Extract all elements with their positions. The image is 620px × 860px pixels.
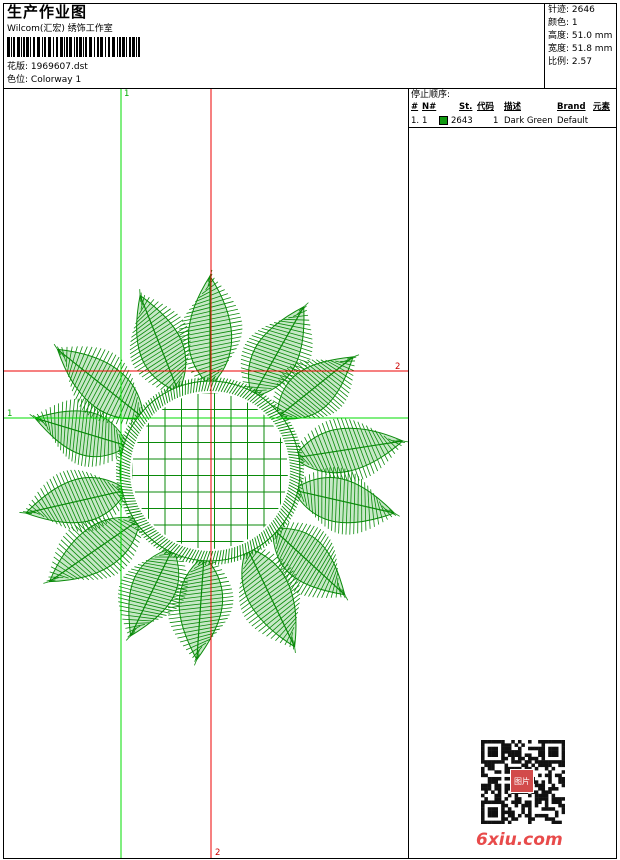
- stat-value: 1: [571, 18, 578, 28]
- colorway-row: 色位: Colorway 1: [7, 76, 81, 85]
- guide-marker-red-bottom: 2: [215, 848, 221, 858]
- stat-row: 比例: 2.57: [548, 58, 592, 67]
- design-file-label: 花版:: [7, 62, 29, 72]
- stop-sequence-title: 停止顺序:: [411, 90, 451, 100]
- col-header-brand: Brand: [557, 102, 586, 112]
- stat-value: 51.8 mm: [571, 44, 613, 54]
- stat-value: 2.57: [571, 57, 592, 67]
- stat-value: 51.0 mm: [571, 31, 613, 41]
- petal: [177, 269, 243, 393]
- colorway-name: Colorway 1: [30, 75, 82, 85]
- studio-name: Wilcom(汇宏) 绣饰工作室: [7, 24, 113, 34]
- stat-row: 颜色: 1: [548, 19, 578, 28]
- col-header-needle: N#: [422, 102, 437, 112]
- guide-marker-green-top: 1: [124, 89, 130, 99]
- row-stitches: 2643: [451, 116, 473, 126]
- table-bottom-rule: [409, 127, 617, 128]
- stat-label: 宽度:: [548, 44, 572, 54]
- row-index: 1.: [411, 116, 420, 126]
- design-file-name: 1969607.dst: [30, 62, 88, 72]
- stat-label: 颜色:: [548, 18, 572, 28]
- watermark-logo: 6xiu.com: [476, 830, 563, 850]
- row-needle: 1: [422, 116, 428, 126]
- colorway-label: 色位:: [7, 75, 29, 85]
- barcode: [7, 37, 140, 57]
- col-header-code: 代码: [477, 102, 495, 112]
- stat-label: 针迹:: [548, 5, 572, 15]
- stat-value: 2646: [571, 5, 595, 15]
- design-file-row: 花版: 1969607.dst: [7, 63, 88, 72]
- stat-row: 针迹: 2646: [548, 6, 595, 15]
- seal-stamp: 图片: [510, 769, 534, 793]
- stat-label: 高度:: [548, 31, 572, 41]
- guide-marker-red-right: 2: [395, 362, 401, 372]
- col-header-element: 元素: [593, 102, 611, 112]
- row-description: Dark Green: [504, 116, 553, 126]
- guide-marker-green-left: 1: [7, 409, 13, 419]
- stats-divider: [544, 4, 545, 88]
- thread-color-swatch: [439, 116, 448, 125]
- stat-label: 比例:: [548, 57, 572, 67]
- row-brand: Default: [557, 116, 589, 126]
- col-header-description: 描述: [504, 102, 522, 112]
- col-header-index: #: [411, 102, 419, 112]
- panel-divider: [408, 88, 409, 858]
- page-title: 生产作业图: [7, 3, 88, 21]
- stat-row: 宽度: 51.8 mm: [548, 45, 612, 54]
- stat-row: 高度: 51.0 mm: [548, 32, 612, 41]
- col-header-stitches: St.: [459, 102, 473, 112]
- embroidery-preview: [4, 89, 408, 858]
- row-code: 1: [493, 116, 499, 126]
